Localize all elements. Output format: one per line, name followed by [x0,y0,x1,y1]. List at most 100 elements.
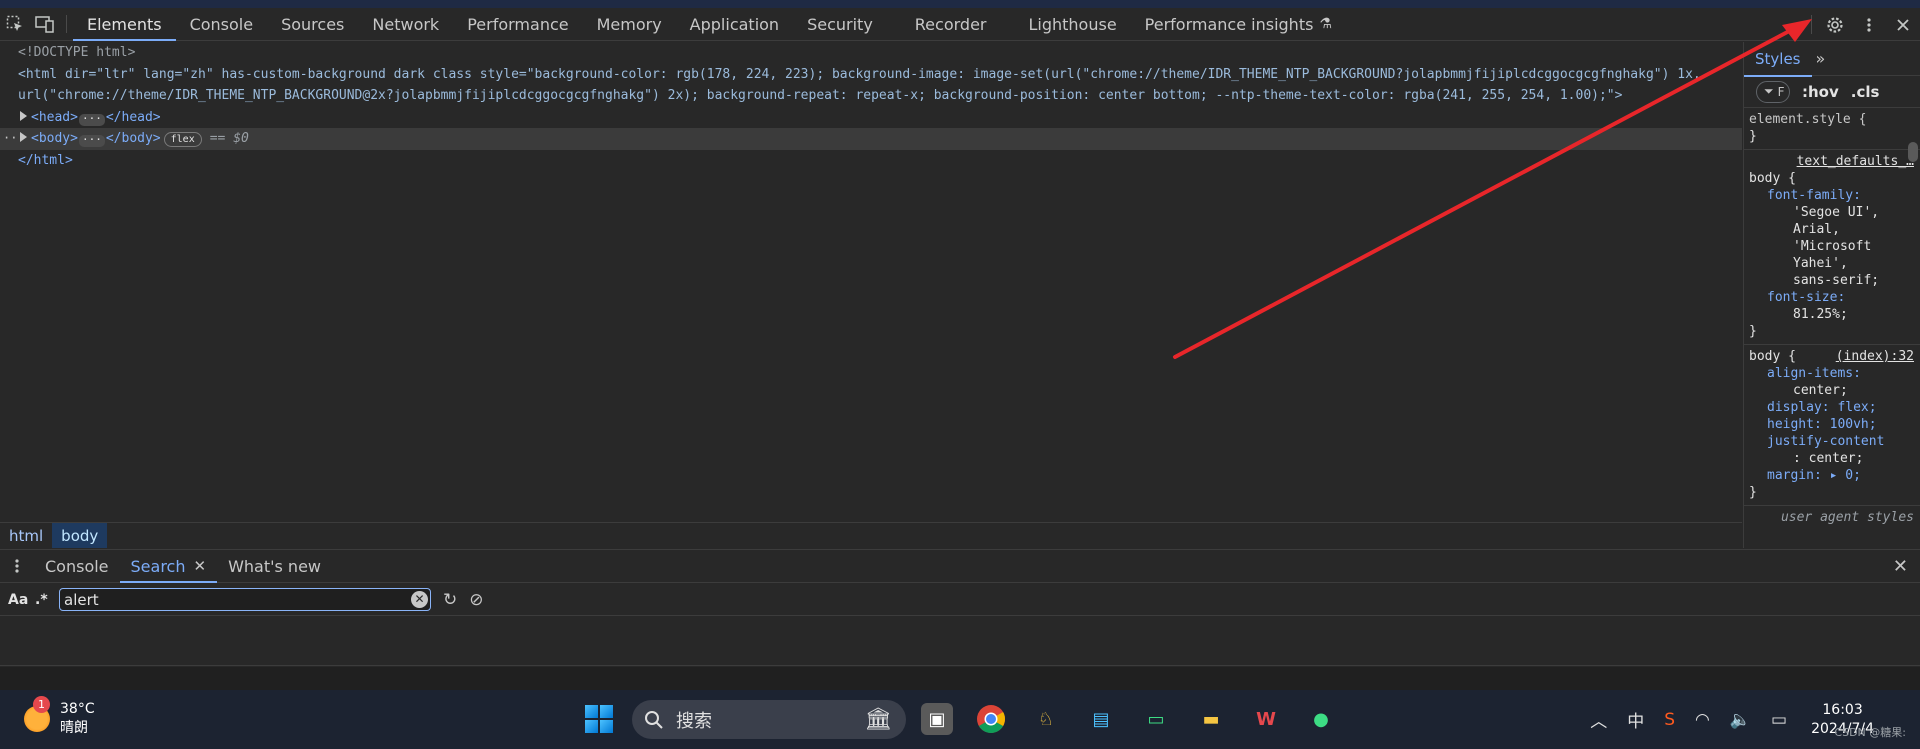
css-value-line[interactable]: sans-serif; [1749,272,1914,289]
tab-application[interactable]: Application [676,8,793,40]
start-windows-icon[interactable] [585,705,613,733]
rule-source-link[interactable]: (index):32 [1836,348,1914,365]
more-tabs-chevron-icon[interactable]: » [1812,49,1826,68]
head-close-tag: </head> [105,109,161,125]
doctype-line[interactable]: <!DOCTYPE html> [0,42,1742,64]
css-property-font-family[interactable]: font-family: [1749,187,1914,204]
rule-selector: body { [1749,171,1796,186]
tab-security[interactable]: Security [793,8,901,40]
filter-icon: ⏷ [1764,84,1774,98]
inspect-element-icon[interactable] [0,8,30,40]
close-devtools-icon[interactable] [1886,8,1920,41]
hover-state-button[interactable]: :hov [1802,83,1839,101]
css-value-line[interactable]: Arial, [1749,221,1914,238]
breadcrumb-body[interactable]: body [52,523,108,548]
css-value-line[interactable]: center; [1749,382,1914,399]
tab-memory[interactable]: Memory [583,8,676,40]
volume-icon[interactable]: 🔈 [1730,710,1751,730]
close-tab-icon[interactable]: ✕ [193,557,206,575]
close-drawer-icon[interactable]: ✕ [1893,550,1908,583]
wechat-icon[interactable]: ● [1305,703,1337,735]
styles-scrollbar[interactable] [1908,142,1918,162]
tab-sources[interactable]: Sources [267,8,358,40]
css-value-line[interactable]: : center; [1749,450,1914,467]
tab-elements[interactable]: Elements [73,8,176,41]
drawer-menu-icon[interactable] [0,550,34,582]
rule-close: } [1749,485,1757,500]
breadcrumb-html[interactable]: html [0,523,52,548]
tab-styles[interactable]: Styles [1744,42,1812,77]
wps-icon[interactable]: W [1250,703,1282,735]
tab-network[interactable]: Network [358,8,453,40]
html-close-line[interactable]: </html> [0,150,1742,172]
rule-source-link[interactable]: text_defaults_… [1797,154,1914,169]
file-explorer-icon[interactable]: ▬ [1195,703,1227,735]
tab-recorder[interactable]: Recorder [901,8,1015,40]
head-node[interactable]: <head> ··· </head> [0,107,1742,129]
drawer-tabs: Console Search ✕ What's new ✕ [0,549,1920,583]
taskbar-search[interactable]: 搜索 🏛 [632,700,906,739]
expand-triangle-icon[interactable] [20,110,27,121]
regex-button[interactable]: .* [35,592,53,608]
class-toggle-button[interactable]: .cls [1851,83,1880,101]
drawer-tab-search[interactable]: Search ✕ [119,550,218,583]
drawer-bottom-fill [0,667,1920,690]
match-case-button[interactable]: Aa [8,592,35,608]
html-open-line-cont[interactable]: url("chrome://theme/IDR_THEME_NTP_BACKGR… [0,85,1742,107]
more-options-icon[interactable] [1852,8,1886,41]
collapsed-ellipsis[interactable]: ··· [78,113,105,126]
css-value-line[interactable]: 'Segoe UI', [1749,204,1914,221]
css-value-line[interactable]: 'Microsoft [1749,238,1914,255]
css-value-line[interactable]: 81.25%; [1749,306,1914,323]
body-node[interactable]: ··· <body> ··· </body> flex == $0 [0,128,1742,150]
search-input[interactable]: alert ✕ [59,588,431,611]
flask-icon: ⚗ [1319,16,1332,32]
node-actions-icon[interactable]: ··· [3,128,25,150]
clear-search-icon[interactable]: ✕ [411,591,428,608]
sogou-icon[interactable]: S [1664,710,1675,730]
html-open-line[interactable]: <html dir="ltr" lang="zh" has-custom-bac… [0,64,1742,86]
temperature: 38°C [60,701,95,717]
refresh-icon[interactable]: ↻ [443,590,457,610]
notepad-icon[interactable]: ▤ [1085,703,1117,735]
body-rule-index[interactable]: body {(index):32 align-items: center; di… [1744,345,1920,506]
ime-indicator[interactable]: 中 [1627,707,1644,732]
task-view-icon[interactable]: ▣ [921,703,953,735]
css-property-margin[interactable]: margin: ▸ 0; [1749,467,1914,484]
css-property-font-size[interactable]: font-size: [1749,289,1914,306]
css-property-display[interactable]: display: flex; [1749,399,1914,416]
terminal-app-icon[interactable]: ▭ [1140,703,1172,735]
tab-lighthouse[interactable]: Lighthouse [1014,8,1130,40]
css-property-justify-content[interactable]: justify-content [1749,433,1914,450]
clear-results-icon[interactable]: ⊘ [469,590,483,610]
toolbar-right [1805,8,1920,41]
html-open-text-2: url("chrome://theme/IDR_THEME_NTP_BACKGR… [18,88,1623,103]
css-property-height[interactable]: height: 100vh; [1749,416,1914,433]
body-rule-defaults[interactable]: text_defaults_… body { font-family: 'Seg… [1744,150,1920,345]
navicat-icon[interactable]: ♘ [1030,703,1062,735]
chevron-up-icon[interactable]: ︿ [1590,707,1607,732]
battery-icon[interactable]: ▭ [1771,710,1787,730]
css-property-align-items[interactable]: align-items: [1749,365,1914,382]
selected-node-marker: == $0 [209,131,249,146]
css-value-line[interactable]: Yahei', [1749,255,1914,272]
html-open-text-1: <html dir="ltr" lang="zh" has-custom-bac… [18,66,1701,82]
tab-performance-insights[interactable]: Performance insights ⚗ [1131,8,1346,40]
user-agent-rule: user agent styles [1744,506,1920,530]
flex-badge[interactable]: flex [163,132,202,147]
element-style-rule[interactable]: element.style { } [1744,108,1920,150]
collapsed-ellipsis[interactable]: ··· [78,134,105,147]
styles-filter-input[interactable]: ⏷ F [1756,80,1790,103]
drawer-tab-console[interactable]: Console [34,550,120,582]
breadcrumb: html body [0,522,1742,548]
wifi-icon[interactable]: ◠ [1695,710,1710,730]
device-toolbar-icon[interactable] [30,8,60,40]
weather-widget[interactable]: 1 38°C 晴朗 [24,696,95,738]
drawer-tab-whats-new[interactable]: What's new [217,550,332,582]
tab-console[interactable]: Console [176,8,268,40]
drawer-tab-search-label: Search [130,556,186,576]
chrome-icon[interactable] [975,703,1007,735]
settings-gear-icon[interactable] [1818,8,1852,41]
filter-placeholder: F [1777,84,1785,99]
tab-performance[interactable]: Performance [453,8,582,40]
